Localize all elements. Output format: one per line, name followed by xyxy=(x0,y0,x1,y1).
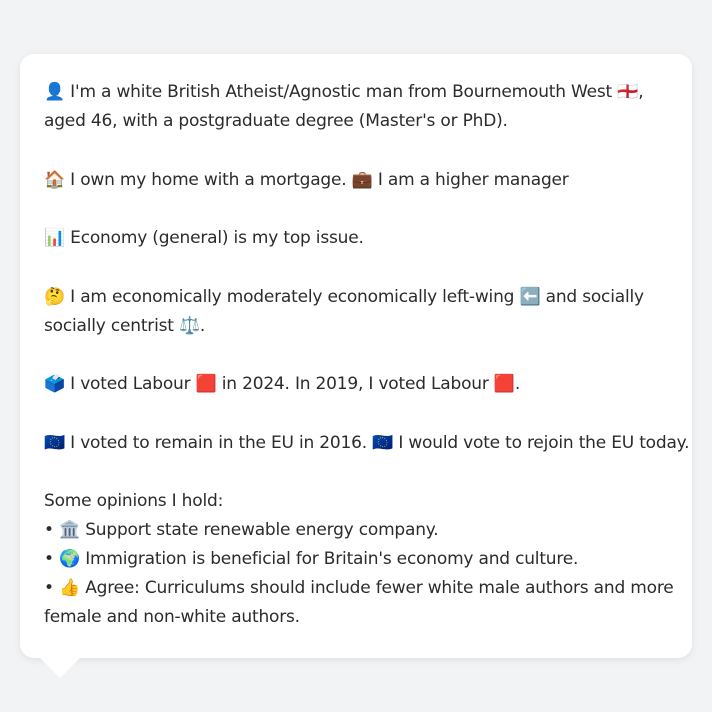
eu-line: 🇪🇺 I voted to remain in the EU in 2016. … xyxy=(44,432,690,453)
opinion-item-3-line-1: • 👍 Agree: Curriculums should include fe… xyxy=(44,578,674,598)
opinion-item-1: • 🏛️ Support state renewable energy comp… xyxy=(44,520,439,540)
opinion-item-2: • 🌍 Immigration is beneficial for Britai… xyxy=(44,549,579,569)
identity-line-2: aged 46, with a postgraduate degree (Mas… xyxy=(44,111,508,131)
ideology-line-1: 🤔 I am economically moderately economica… xyxy=(44,286,644,307)
housing-line: 🏠 I own my home with a mortgage. 💼 I am … xyxy=(44,169,569,190)
opinions-heading: Some opinions I hold: xyxy=(44,491,224,511)
opinion-item-3-line-2: female and non-white authors. xyxy=(44,607,300,627)
identity-line-1: 👤 I'm a white British Atheist/Agnostic m… xyxy=(44,82,644,102)
speech-bubble-tail xyxy=(40,658,80,678)
profile-card: 👤 I'm a white British Atheist/Agnostic m… xyxy=(20,54,692,658)
ideology-line-2: socially centrist ⚖️. xyxy=(44,315,206,336)
vote-line: 🗳️ I voted Labour 🟥 in 2024. In 2019, I … xyxy=(44,374,521,394)
top-issue-line: 📊 Economy (general) is my top issue. xyxy=(44,228,364,248)
